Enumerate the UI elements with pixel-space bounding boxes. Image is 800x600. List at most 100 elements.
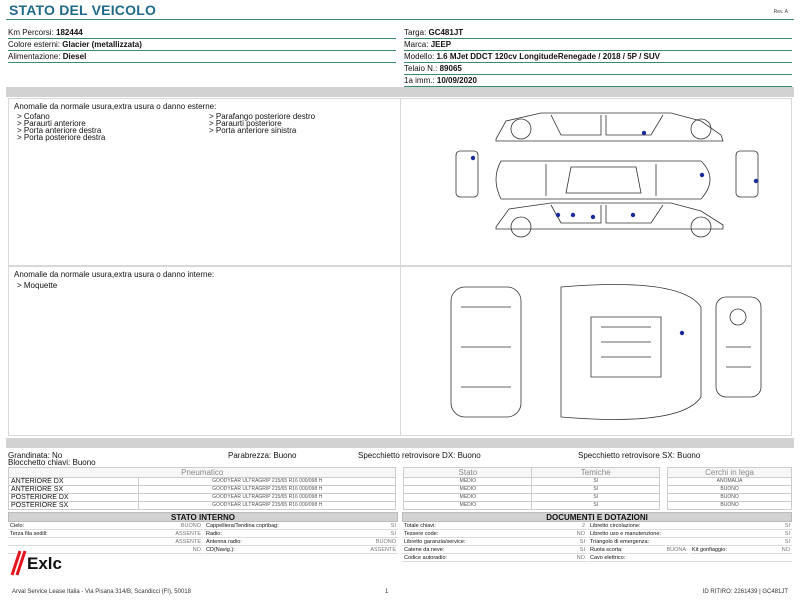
revision-label: Rev. A — [773, 9, 788, 15]
km-value: 182444 — [56, 28, 83, 37]
row-value: SI — [390, 523, 396, 529]
tyre-thermal: SI — [531, 501, 661, 510]
row-label: Codice autoradio: — [404, 555, 448, 561]
row-value: BUONO — [180, 523, 201, 529]
row-value: SI — [784, 523, 790, 529]
row-label: Libretto garanzia/service: — [404, 539, 466, 545]
plate-value: GC481JT — [428, 28, 464, 37]
tyre-header: Pneumatico — [7, 467, 397, 478]
tyre-rims: BUONO — [667, 501, 792, 510]
company-logo: Exlc — [10, 545, 80, 579]
interior-row: Antenna radio: BUONO — [204, 538, 398, 546]
mirror-left-status: Specchietto retrovisore SX: Buono — [578, 451, 701, 460]
internal-damage-list: > Moquette — [17, 281, 58, 290]
model-label: Modello: — [404, 52, 435, 61]
tyres-table: Pneumatico Stato Temiche Cerchi in lega … — [7, 467, 792, 510]
damage-item: > Porta anteriore sinistra — [209, 126, 297, 135]
tyre-position: POSTERIORE DX — [8, 493, 139, 502]
damage-item: > Moquette — [17, 281, 58, 290]
tyre-position: ANTERIORE DX — [8, 477, 139, 486]
tyre-rims: ANOMALIA — [667, 477, 792, 486]
interior-row: Terza fila sedili: ASSENTE — [8, 530, 203, 538]
brand-label: Marca: — [404, 40, 429, 49]
row-label: Terza fila sedili: — [10, 531, 48, 537]
fuel-label: Alimentazione: — [8, 52, 61, 61]
row-value: SI — [390, 531, 396, 537]
fuel-value: Diesel — [62, 52, 87, 61]
row-value: ASSENTE — [175, 539, 201, 545]
chassis-value: 89065 — [439, 64, 462, 73]
logo-text: Exlc — [27, 554, 62, 573]
document-row: Triangolo di emergenza: SI — [588, 538, 792, 546]
tyre-thermal: SI — [531, 485, 661, 494]
row-label: Tessere code: — [404, 531, 439, 537]
color-label: Colore esterni: — [8, 40, 61, 49]
row-label: CD(Navig.): — [206, 547, 235, 553]
tyre-desc: GOODYEAR ULTRAGRIP 215/65 R16 000/098 H — [137, 501, 397, 510]
table-row: POSTERIORE DX GOODYEAR ULTRAGRIP 215/65 … — [8, 493, 792, 502]
color-row: Colore esterni: Glacier (metallizzata) — [8, 39, 396, 51]
section-bar-top — [6, 87, 794, 97]
row-value: SI — [579, 539, 585, 545]
interior-row: Radio: SI — [204, 530, 398, 538]
tyre-position: POSTERIORE SX — [8, 501, 139, 510]
external-car-diagram — [400, 99, 792, 265]
tyre-desc: GOODYEAR ULTRAGRIP 215/65 R16 000/098 H — [137, 493, 397, 502]
row-value: NO — [576, 531, 585, 537]
row-label: Totale chiavi: — [404, 523, 436, 529]
damage-item: > Porta posteriore destra — [17, 133, 106, 142]
row-value: NO — [192, 547, 201, 553]
row-label: Antenna radio: — [206, 539, 242, 545]
registration-row: 1a imm.: 10/09/2020 — [404, 75, 792, 87]
row-label: Radio: — [206, 531, 222, 537]
km-label: Km Percorsi: — [8, 28, 54, 37]
title-divider — [6, 19, 794, 20]
car-exterior-icon — [455, 112, 759, 238]
table-row: POSTERIORE SX GOODYEAR ULTRAGRIP 215/65 … — [8, 501, 792, 510]
row-value: NO — [781, 547, 790, 553]
tyre-thermal: SI — [531, 493, 661, 502]
document-row: Cavo elettrico: — [588, 554, 792, 562]
row-value: BUONA — [666, 547, 686, 553]
tyre-position: ANTERIORE SX — [8, 485, 139, 494]
windshield-status: Parabrezza: Buono — [228, 451, 297, 460]
tyre-state: MEDIO — [403, 485, 533, 494]
external-damage-panel: Anomalie da normale usura,extra usura o … — [8, 98, 792, 266]
tyre-state: MEDIO — [403, 477, 533, 486]
table-row: ANTERIORE DX GOODYEAR ULTRAGRIP 215/65 R… — [8, 477, 792, 486]
page-title: STATO DEL VEICOLO — [9, 2, 157, 18]
brand-value: JEEP — [430, 40, 452, 49]
row-value: SI — [784, 531, 790, 537]
external-damage-list-2: > Parafango posteriore destro > Paraurti… — [209, 113, 315, 135]
interior-row: Cielo: BUONO — [8, 522, 203, 530]
row-label: Cavo elettrico: — [590, 555, 626, 561]
registration-value: 10/09/2020 — [436, 76, 477, 85]
row-value: ASSENTE — [175, 531, 201, 537]
row-label: Libretto uso e manutenzione: — [590, 531, 661, 537]
car-interior-icon — [450, 284, 762, 420]
row-label: Cielo: — [10, 523, 25, 529]
interior-section-title: STATO INTERNO — [8, 512, 398, 522]
mirror-right-status: Specchietto retrovisore DX: Buono — [358, 451, 481, 460]
document-row: Kit gonfiaggio: NO — [690, 546, 792, 554]
internal-damage-panel: Anomalie da normale usura,extra usura o … — [8, 266, 792, 436]
internal-car-diagram — [400, 267, 792, 435]
row-label: Ruota scorta: — [590, 547, 623, 553]
internal-damage-title: Anomalie da normale usura,extra usura o … — [14, 270, 215, 279]
external-damage-title: Anomalie da normale usura,extra usura o … — [14, 102, 217, 111]
chassis-row: Telaio N.: 89065 — [404, 63, 792, 75]
external-damage-list-1: > Cofano > Paraurti anteriore > Porta an… — [17, 113, 106, 142]
chassis-label: Telaio N.: — [404, 64, 438, 73]
documents-section-title: DOCUMENTI E DOTAZIONI — [402, 512, 792, 522]
row-label: Triangolo di emergenza: — [590, 539, 650, 545]
document-row: Codice autoradio: NO — [402, 554, 587, 562]
registration-label: 1a imm.: — [404, 76, 435, 85]
interior-row: Cappelliera/Tendina copribag: SI — [204, 522, 398, 530]
plate-label: Targa: — [404, 28, 427, 37]
color-value: Glacier (metallizzata) — [62, 40, 142, 49]
tyre-rims: BUONO — [667, 493, 792, 502]
table-row: ANTERIORE SX GOODYEAR ULTRAGRIP 215/65 R… — [8, 485, 792, 494]
tyre-state: MEDIO — [403, 493, 533, 502]
tyre-rims: BUONO — [667, 485, 792, 494]
footer-address: Arval Service Lease Italia - Via Pisana … — [12, 589, 191, 595]
